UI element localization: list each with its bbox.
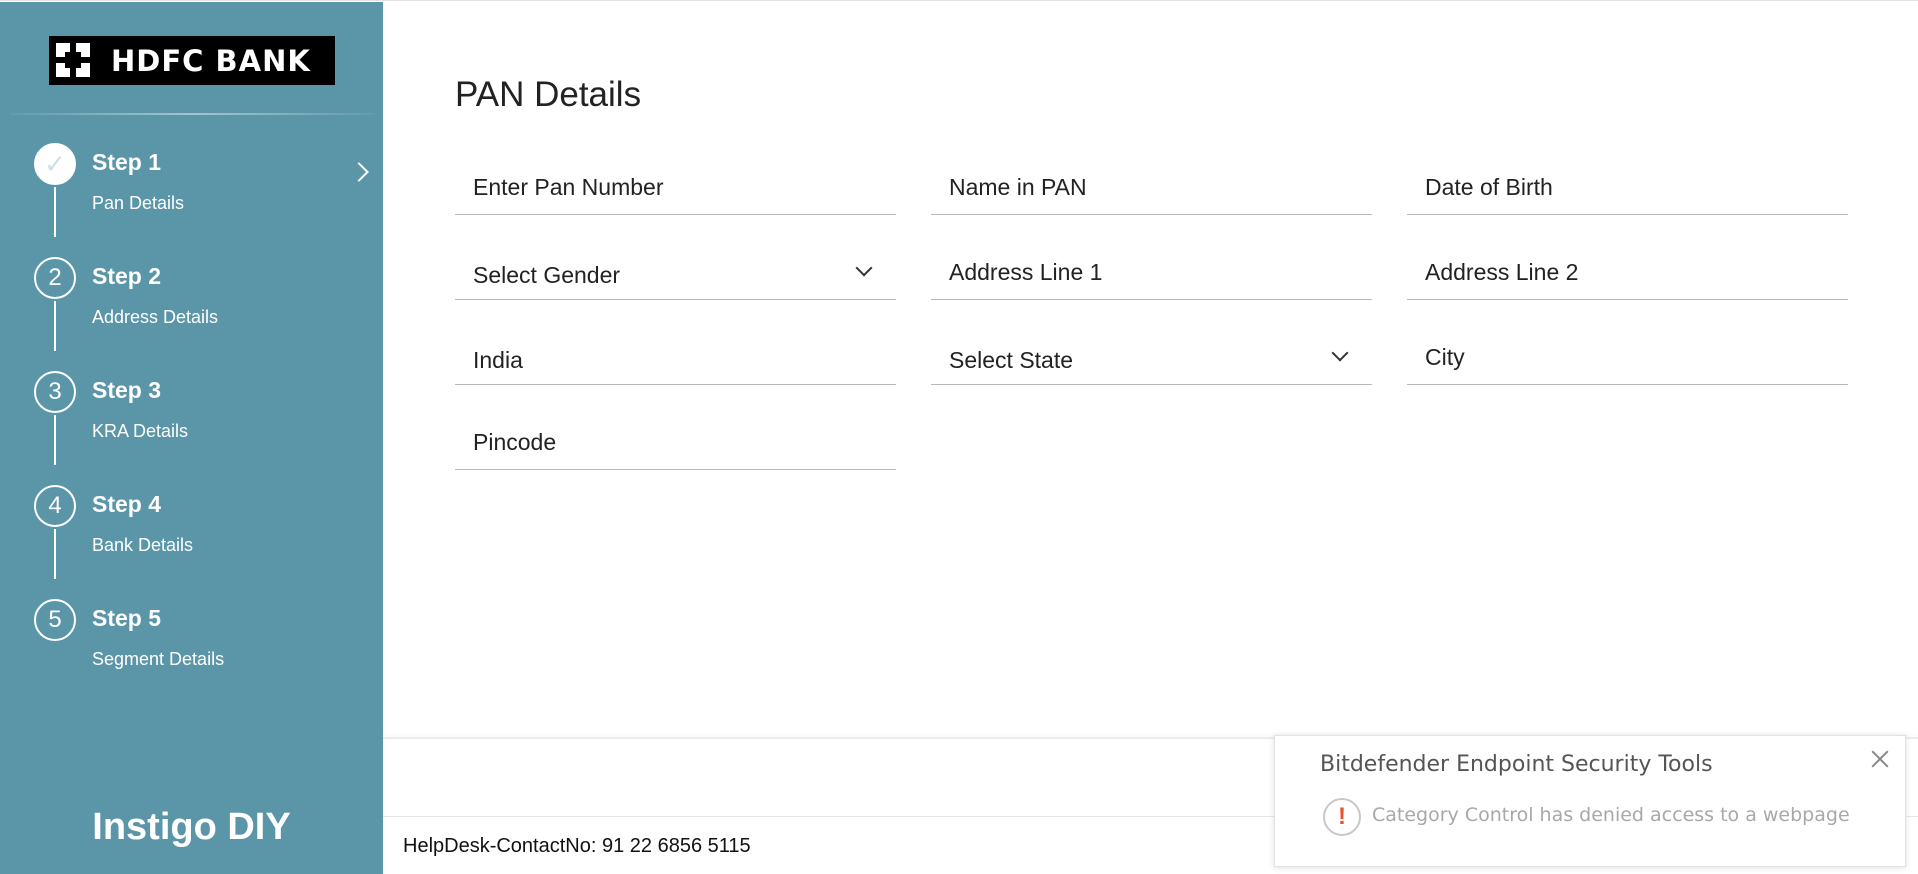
- date-of-birth-field: [1407, 153, 1848, 215]
- hdfc-logo-mark-icon: [49, 36, 97, 85]
- step-title: Step 3: [92, 377, 162, 403]
- hdfc-logo: HDFC BANK: [49, 36, 335, 85]
- step-number-badge: 3: [34, 371, 76, 413]
- city-input[interactable]: [1407, 323, 1848, 384]
- step-2[interactable]: 2 Step 2 Address Details: [34, 257, 364, 351]
- address-line-1-field: [931, 238, 1372, 300]
- security-notification-toast: Bitdefender Endpoint Security Tools ! Ca…: [1274, 735, 1906, 867]
- address-line-1-input[interactable]: [931, 238, 1372, 299]
- step-number-badge: 5: [34, 599, 76, 641]
- chevron-down-icon: [855, 259, 873, 277]
- step-connector: [54, 187, 56, 237]
- checkmark-icon: ✓: [34, 143, 76, 185]
- page-title: PAN Details: [455, 75, 642, 114]
- country-value: India: [473, 347, 523, 373]
- city-field: [1407, 323, 1848, 385]
- step-connector: [54, 415, 56, 465]
- step-title: Step 4: [92, 491, 162, 517]
- close-icon[interactable]: [1869, 748, 1891, 770]
- step-title: Step 2: [92, 263, 162, 289]
- step-number-badge: 2: [34, 257, 76, 299]
- step-subtitle: KRA Details: [92, 421, 189, 441]
- name-in-pan-field: [931, 153, 1372, 215]
- step-5[interactable]: 5 Step 5 Segment Details: [34, 599, 364, 679]
- pincode-input[interactable]: [455, 408, 896, 469]
- address-line-2-field: [1407, 238, 1848, 300]
- step-title: Step 1: [92, 149, 162, 175]
- name-in-pan-input[interactable]: [931, 153, 1372, 214]
- step-subtitle: Segment Details: [92, 649, 225, 669]
- chevron-down-icon: [1331, 344, 1349, 362]
- warning-icon: !: [1323, 798, 1361, 836]
- sidebar: HDFC BANK ✓ Step 1 Pan Details 2 Step 2 …: [0, 2, 383, 874]
- top-border: [0, 0, 1918, 1]
- toast-message: Category Control has denied access to a …: [1372, 804, 1850, 826]
- app-name: Instigo DIY: [92, 806, 291, 848]
- gender-select-value: Select Gender: [473, 262, 621, 288]
- gender-select[interactable]: Select Gender: [455, 238, 896, 300]
- step-number-badge: 4: [34, 485, 76, 527]
- address-line-2-input[interactable]: [1407, 238, 1848, 299]
- chevron-right-icon: [349, 162, 369, 182]
- step-1[interactable]: ✓ Step 1 Pan Details: [34, 143, 369, 237]
- step-4[interactable]: 4 Step 4 Bank Details: [34, 485, 364, 579]
- state-select[interactable]: Select State: [931, 323, 1372, 385]
- step-3[interactable]: 3 Step 3 KRA Details: [34, 371, 364, 465]
- step-subtitle: Bank Details: [92, 535, 194, 555]
- country-field[interactable]: India: [455, 323, 896, 385]
- toast-title: Bitdefender Endpoint Security Tools: [1320, 752, 1713, 777]
- step-subtitle: Address Details: [92, 307, 219, 327]
- helpdesk-contact: HelpDesk-ContactNo: 91 22 6856 5115: [403, 835, 751, 857]
- step-title: Step 5: [92, 605, 162, 631]
- step-subtitle: Pan Details: [92, 193, 185, 213]
- pan-number-input[interactable]: [455, 153, 896, 214]
- pincode-field: [455, 408, 896, 470]
- step-connector: [54, 529, 56, 579]
- logo-text: HDFC BANK: [111, 43, 311, 78]
- step-connector: [54, 301, 56, 351]
- pan-number-field: [455, 153, 896, 215]
- sidebar-divider: [10, 113, 375, 115]
- app-root: HDFC BANK ✓ Step 1 Pan Details 2 Step 2 …: [0, 0, 1918, 874]
- date-of-birth-input[interactable]: [1407, 153, 1848, 214]
- state-select-value: Select State: [949, 347, 1074, 373]
